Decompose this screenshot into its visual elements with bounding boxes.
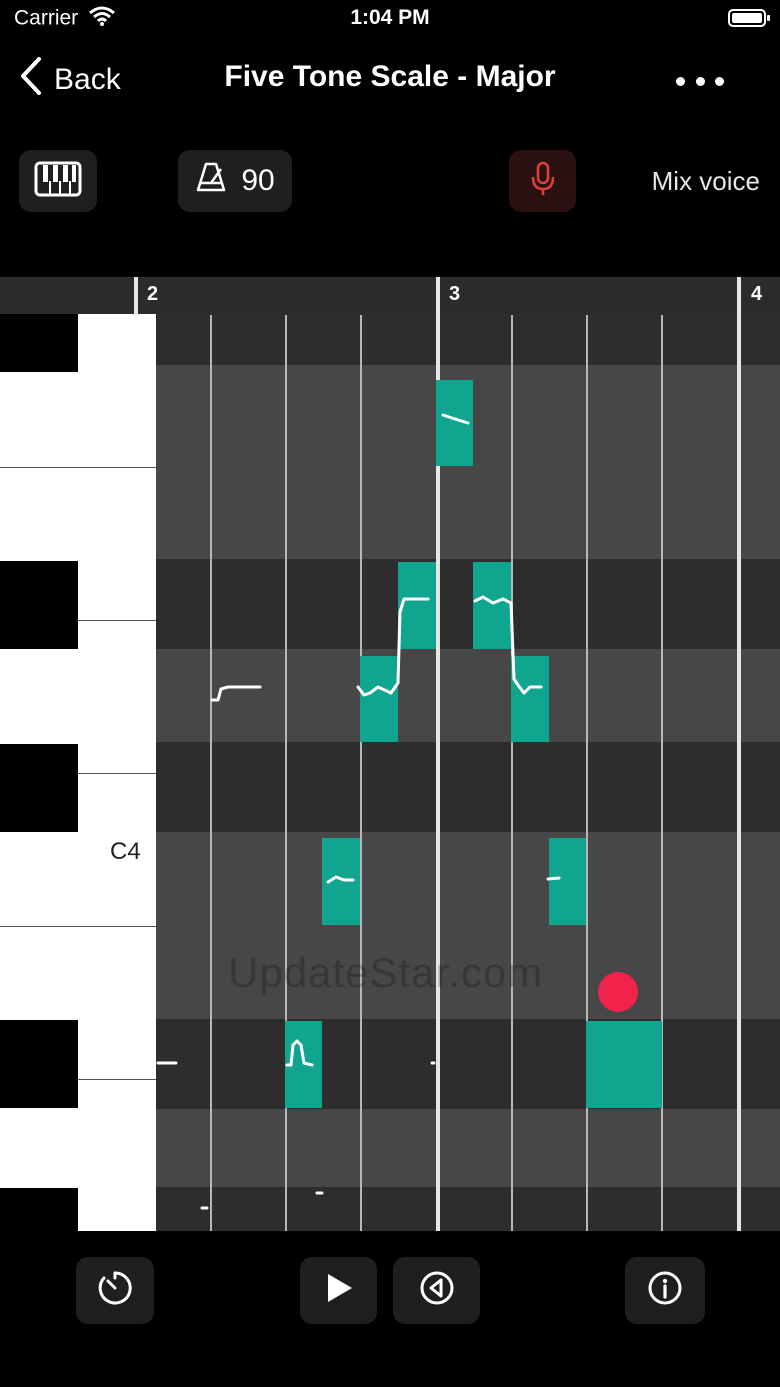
key-divider xyxy=(0,926,156,927)
page-title: Five Tone Scale - Major xyxy=(224,60,556,93)
record-indicator xyxy=(598,972,638,1012)
key-divider xyxy=(78,620,156,621)
piano-keyboard[interactable]: C4 xyxy=(0,314,156,1231)
info-button[interactable] xyxy=(625,1257,705,1324)
watermark: UpdateStar.com xyxy=(228,949,544,996)
piano-button[interactable] xyxy=(19,150,97,212)
key-divider xyxy=(78,1079,156,1080)
black-key[interactable] xyxy=(0,561,78,649)
play-button[interactable] xyxy=(300,1257,377,1324)
tempo-value: 90 xyxy=(241,164,275,197)
rewind-button[interactable] xyxy=(393,1257,480,1324)
battery-icon xyxy=(728,9,770,27)
metronome-icon xyxy=(195,161,227,201)
rewind-icon xyxy=(418,1269,456,1312)
piano-roll[interactable]: 2 3 4 UpdateStar.com C4 xyxy=(0,277,780,1231)
microphone-icon xyxy=(530,161,556,202)
status-bar: Carrier 1:04 PM xyxy=(0,0,780,40)
key-divider xyxy=(78,773,156,774)
key-divider xyxy=(0,467,156,468)
info-icon xyxy=(646,1269,684,1312)
timer-button[interactable] xyxy=(76,1257,154,1324)
voice-mode-selector[interactable]: Mix voice xyxy=(620,166,760,197)
piano-icon xyxy=(34,161,82,202)
play-icon xyxy=(324,1272,354,1309)
timer-icon xyxy=(96,1269,134,1312)
microphone-button[interactable] xyxy=(509,150,576,212)
black-key[interactable] xyxy=(0,1188,78,1231)
key-label-c4: C4 xyxy=(110,838,141,865)
tempo-button[interactable]: 90 xyxy=(178,150,292,212)
clock: 1:04 PM xyxy=(350,6,430,29)
black-key[interactable] xyxy=(0,744,78,832)
black-key[interactable] xyxy=(0,1020,78,1108)
more-icon[interactable] xyxy=(676,64,724,98)
black-key[interactable] xyxy=(0,314,78,372)
